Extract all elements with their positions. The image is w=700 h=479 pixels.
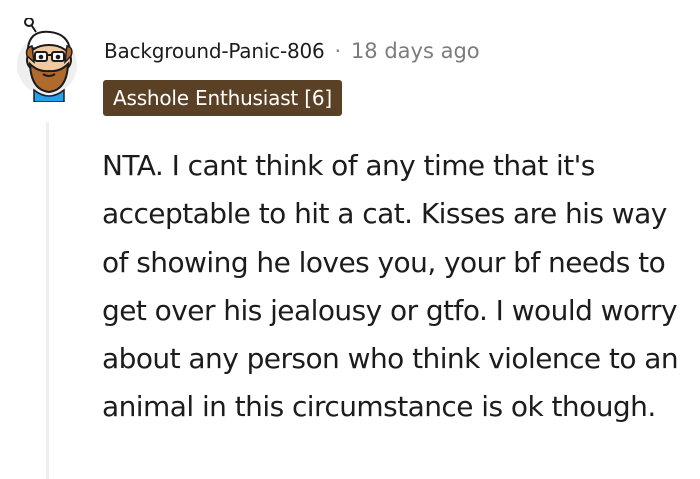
- username-link[interactable]: Background-Panic-806: [104, 39, 325, 63]
- snoo-avatar-icon: [17, 17, 77, 103]
- comment: Background-Panic-806 · 18 days ago Assho…: [0, 0, 700, 479]
- user-avatar[interactable]: [16, 17, 84, 103]
- user-flair-badge: Asshole Enthusiast [6]: [103, 80, 342, 116]
- comment-body: NTA. I cant think of any time that it's …: [102, 149, 679, 424]
- thread-collapse-line[interactable]: [46, 122, 49, 479]
- meta-separator: ·: [334, 39, 341, 63]
- comment-meta: Background-Panic-806 · 18 days ago: [104, 35, 480, 67]
- timestamp-link[interactable]: 18 days ago: [351, 39, 480, 63]
